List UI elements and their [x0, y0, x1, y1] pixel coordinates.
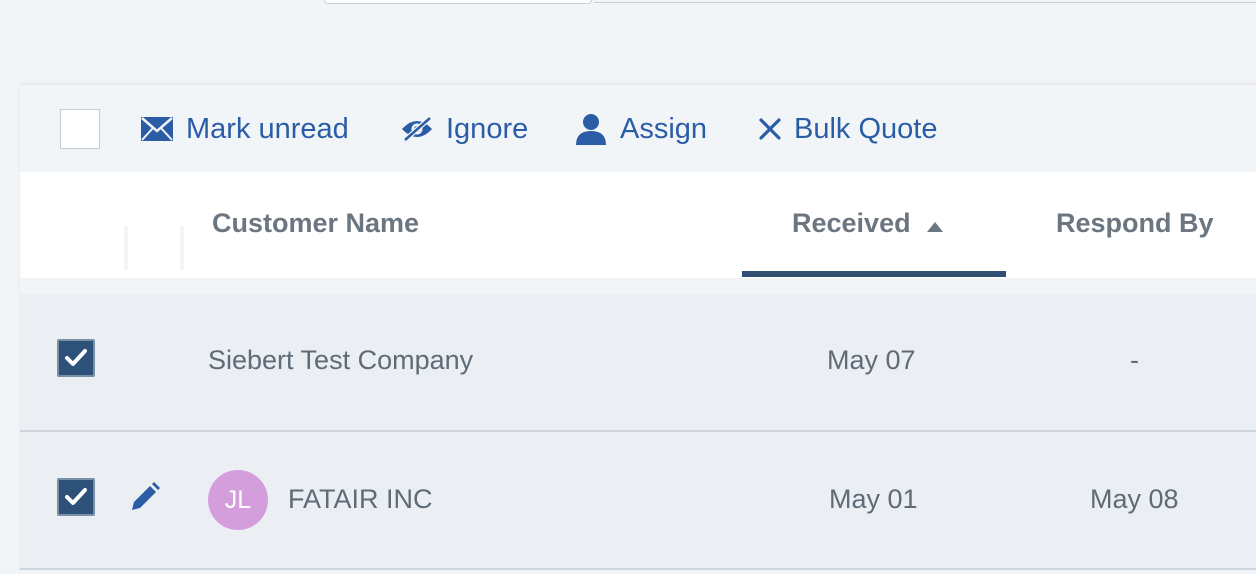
column-header-respond-by[interactable]: Respond By: [1056, 208, 1214, 239]
sort-indicator: [742, 271, 1006, 277]
respond-by-date: May 08: [1090, 484, 1179, 514]
mark-unread-button[interactable]: Mark unread: [140, 111, 349, 147]
top-divider: [594, 2, 1256, 3]
ignore-button[interactable]: Ignore: [400, 111, 528, 147]
close-icon: [758, 117, 782, 141]
table-row[interactable]: Siebert Test Company May 07 -: [20, 294, 1256, 432]
bulk-action-toolbar: Mark unread Ignore Assign Bulk Quote: [20, 84, 1256, 172]
sort-ascending-icon: [926, 208, 943, 239]
avatar: JL: [208, 470, 268, 530]
assign-label: Assign: [620, 112, 708, 145]
mark-unread-label: Mark unread: [186, 112, 349, 145]
column-header-received[interactable]: Received: [792, 208, 943, 239]
check-icon: [65, 349, 87, 366]
column-separator: [124, 226, 128, 270]
column-header-customer-name[interactable]: Customer Name: [212, 208, 419, 239]
received-date: May 01: [829, 484, 918, 514]
quotes-panel: Mark unread Ignore Assign Bulk Quote Cus…: [20, 84, 1256, 574]
ignore-label: Ignore: [446, 112, 529, 145]
envelope-icon: [140, 116, 174, 142]
user-icon: [574, 112, 608, 146]
customer-name[interactable]: FATAIR INC: [288, 484, 433, 515]
column-separator: [180, 226, 184, 270]
select-all-checkbox[interactable]: [60, 109, 100, 149]
bulk-quote-button[interactable]: Bulk Quote: [758, 111, 937, 147]
check-icon: [65, 488, 87, 505]
bulk-quote-label: Bulk Quote: [794, 112, 938, 145]
table-row[interactable]: JL FATAIR INC May 01 May 08: [20, 432, 1256, 570]
row-checkbox[interactable]: [57, 478, 95, 516]
eye-slash-icon: [400, 115, 434, 143]
customer-name[interactable]: Siebert Test Company: [208, 345, 473, 376]
row-checkbox[interactable]: [57, 339, 95, 377]
received-date: May 07: [827, 345, 916, 375]
top-tab-edge: [324, 0, 592, 4]
table-gap: [20, 278, 1256, 294]
pencil-icon[interactable]: [126, 480, 162, 521]
assign-button[interactable]: Assign: [574, 111, 707, 147]
respond-by-date: -: [1130, 345, 1139, 375]
